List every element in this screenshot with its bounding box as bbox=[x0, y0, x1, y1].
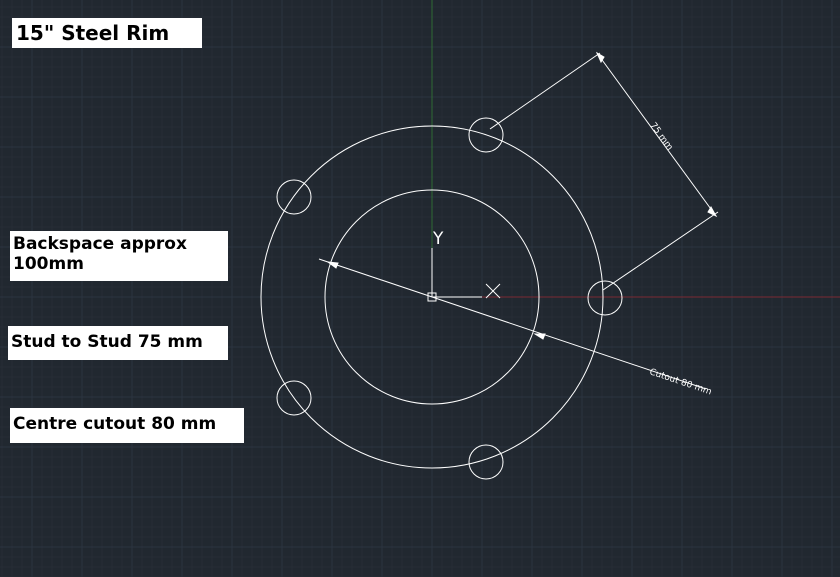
ucs-y-label: Y bbox=[432, 229, 444, 249]
stud-to-stud-note: Stud to Stud 75 mm bbox=[8, 326, 228, 360]
stud-hole-right bbox=[587, 280, 623, 316]
title-label: 15" Steel Rim bbox=[12, 18, 202, 48]
cad-drawing-canvas[interactable]: Y 75 mm Cutout 80 mm bbox=[0, 0, 840, 577]
backspace-line-1: Backspace approx bbox=[13, 234, 187, 254]
stud-extension-line-1 bbox=[489, 52, 601, 130]
drawing-grid bbox=[0, 0, 840, 577]
backspace-line-2: 100mm bbox=[13, 254, 84, 275]
ucs-icon bbox=[427, 248, 501, 302]
backspace-note: Backspace approx 100mm bbox=[10, 231, 228, 281]
centre-cutout-note: Centre cutout 80 mm bbox=[10, 408, 244, 443]
stud-hole-bottom-right bbox=[468, 444, 504, 480]
stud-extension-line-2 bbox=[602, 211, 719, 291]
stud-dimension bbox=[489, 51, 719, 291]
cutout-dimension-text: Cutout 80 mm bbox=[648, 367, 713, 397]
